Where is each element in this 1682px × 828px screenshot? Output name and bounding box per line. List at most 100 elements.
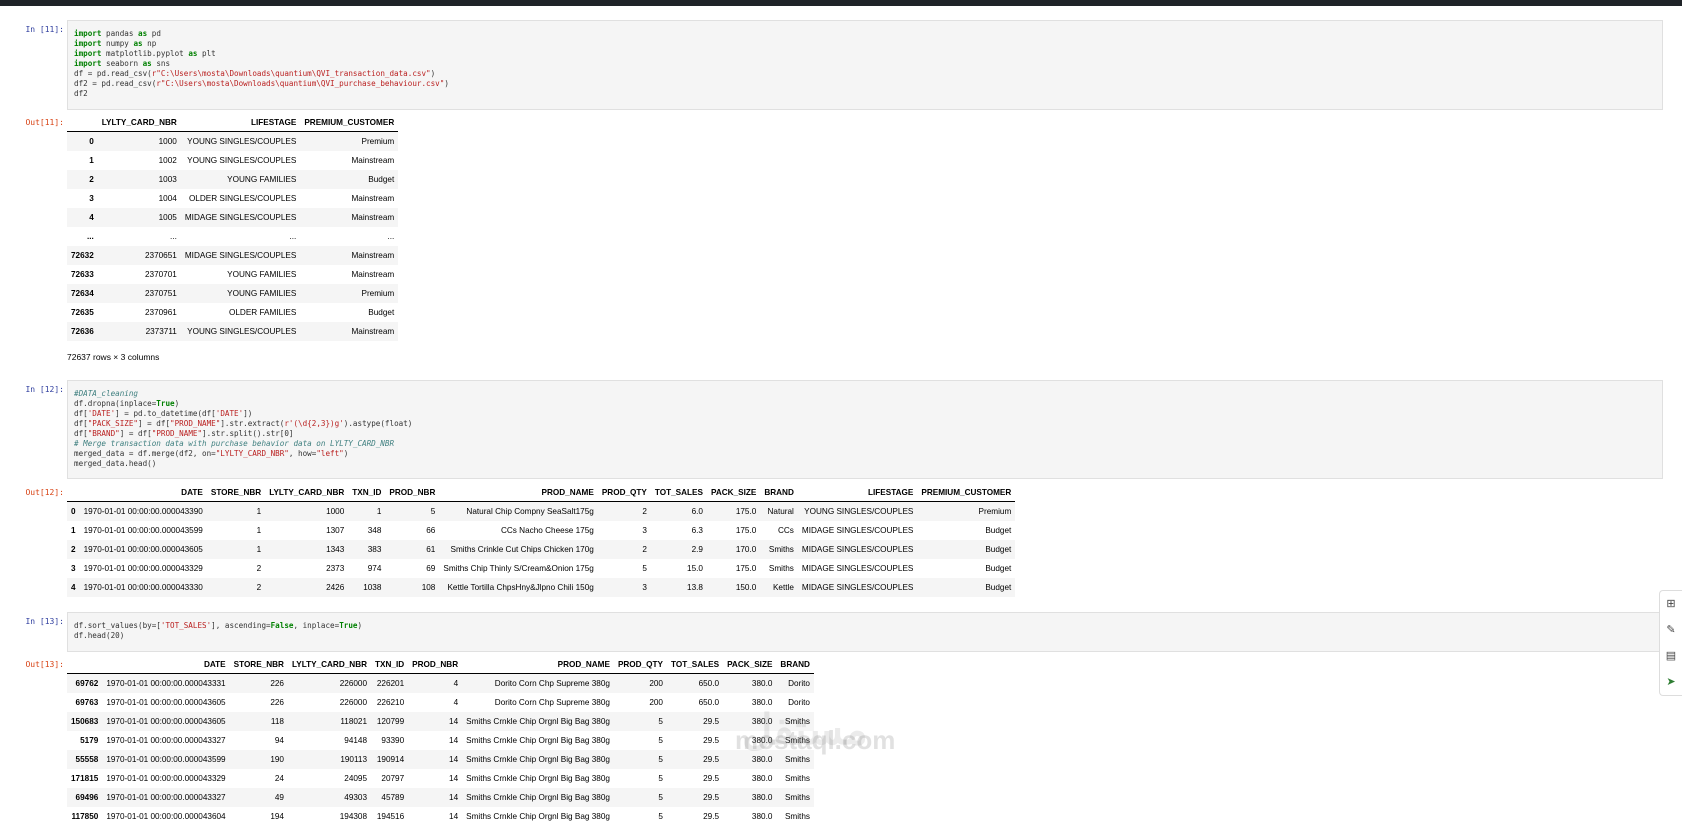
table-cell: OLDER FAMILIES	[228, 308, 297, 317]
edit-icon[interactable]: ✎	[1660, 617, 1682, 643]
table-row: 150683 1970-01-01 00:00:00.000043605 118 11…	[67, 712, 814, 731]
table-cell: 5	[658, 717, 663, 726]
table-cell: 190914	[376, 755, 405, 764]
table-cell: 6.3	[691, 526, 703, 535]
table-cell: 1970-01-01 00:00:00.000043327	[106, 736, 226, 745]
table-cell: 170.0	[735, 545, 757, 554]
table-row: 171815 1970-01-01 00:00:00.000043329 24 240…	[67, 769, 814, 788]
window-top-bar	[0, 0, 1682, 6]
run-icon[interactable]: ➤	[1660, 669, 1682, 695]
table-row: 55558 1970-01-01 00:00:00.000043599 190 190…	[67, 750, 814, 769]
column-header: PROD_NBR	[385, 484, 440, 502]
row-index: 72632	[71, 251, 94, 260]
table-cell: YOUNG FAMILIES	[227, 289, 297, 298]
table-cell: 348	[367, 526, 382, 535]
table-cell: 1970-01-01 00:00:00.000043604	[106, 812, 226, 821]
table-cell: Dorito Corn Chp Supreme 380g	[494, 698, 610, 707]
add-cell-icon[interactable]: ⊞	[1660, 591, 1682, 617]
table-cell: 2	[642, 545, 647, 554]
table-cell: 2	[642, 507, 647, 516]
table-cell: Budget	[985, 564, 1012, 573]
table-cell: 2370961	[144, 308, 177, 317]
in-prompt-12: In [12]:	[25, 385, 64, 394]
table-cell: 2	[256, 564, 262, 573]
dataframe-table-11: LYLTY_CARD_NBR LIFESTAGE PREMIUM_CUSTOMER 0…	[67, 114, 399, 341]
table-cell: Smiths Crnkle Chip Orgnl Big Bag 380g	[466, 774, 610, 783]
table-cell: 1005	[158, 213, 177, 222]
table-cell: 45789	[381, 793, 405, 802]
table-cell: 1970-01-01 00:00:00.000043605	[106, 698, 226, 707]
code-line: import numpy as np	[74, 39, 157, 48]
table-cell: Smiths Crnkle Chip Orgnl Big Bag 380g	[466, 812, 610, 821]
format-icon[interactable]: ▤	[1660, 643, 1682, 669]
dataframe-table-12: DATE STORE_NBR LYLTY_CARD_NBR TXN_ID PROD_NB…	[67, 484, 1016, 597]
table-row: 69496 1970-01-01 00:00:00.000043327 49 4930…	[67, 788, 814, 807]
table-cell: CCs	[777, 526, 794, 535]
table-row: 4 1970-01-01 00:00:00.000043330 2 2426 1038 1…	[67, 578, 1016, 597]
table-row: 0 1970-01-01 00:00:00.000043390 1 1000 1 5 Nat…	[67, 501, 1016, 521]
table-cell: 2.9	[691, 545, 703, 554]
row-index: ...	[86, 232, 94, 241]
table-cell: 194516	[376, 812, 405, 821]
column-header: PROD_NAME	[439, 484, 598, 502]
table-cell: 1307	[326, 526, 345, 535]
table-cell: Smiths Crnkle Chip Orgnl Big Bag 380g	[466, 793, 610, 802]
row-index: 4	[89, 213, 94, 222]
table-row: 2 1003 YOUNG FAMILIES Budget	[67, 170, 399, 189]
code-line: #DATA_cleaning	[74, 389, 139, 398]
column-header: STORE_NBR	[206, 484, 266, 502]
column-header: PROD_QTY	[613, 656, 667, 674]
code-cell-11[interactable]: import pandas as pd import numpy as np imp…	[67, 20, 1663, 110]
table-cell: Dorito Corn Chp Supreme 380g	[494, 679, 610, 688]
table-cell: Premium	[978, 507, 1012, 516]
table-row: 0 1000 YOUNG SINGLES/COUPLES Premium	[67, 131, 399, 151]
column-header: LYLTY_CARD_NBR	[265, 484, 349, 502]
table-cell: YOUNG FAMILIES	[227, 175, 297, 184]
table-row: 72633 2370701 YOUNG FAMILIES Mainstream	[67, 265, 398, 284]
table-cell: 1003	[158, 175, 177, 184]
table-cell: 175.0	[735, 507, 757, 516]
table-row: 72635 2370961 OLDER FAMILIES Budget	[67, 303, 398, 322]
code-line: df2 = pd.read_csv(r"C:\Users\mosta\Downl…	[74, 79, 449, 88]
table-cell: Smiths Crnkle Chip Orgnl Big Bag 380g	[466, 717, 610, 726]
table-cell: 5	[658, 736, 663, 745]
table-cell: 118021	[340, 717, 368, 726]
column-header: LIFESTAGE	[180, 114, 301, 132]
table-cell: Smiths Crnkle Chip Orgnl Big Bag 380g	[466, 755, 610, 764]
table-cell: Smiths	[768, 564, 794, 573]
table-cell: Smiths Chip Thinly S/Cream&Onion 175g	[443, 564, 594, 573]
row-index: 0	[89, 137, 94, 146]
table-row: 1 1002 YOUNG SINGLES/COUPLES Mainstream	[67, 151, 398, 170]
table-cell: Dorito	[788, 679, 810, 688]
table-cell: OLDER SINGLES/COUPLES	[188, 194, 297, 203]
table-cell: 108	[421, 583, 436, 592]
table-cell: 1970-01-01 00:00:00.000043599	[83, 526, 203, 535]
table-cell: 2370751	[144, 289, 177, 298]
table-cell: Kettle Tortilla ChpsHny&Jlpno Chili 150g	[447, 583, 594, 592]
table-cell: MIDAGE SINGLES/COUPLES	[801, 545, 914, 554]
table-cell: 5	[658, 774, 663, 783]
table-cell: 1002	[158, 156, 177, 165]
table-cell: 5	[658, 793, 663, 802]
table-cell: 380.0	[751, 793, 773, 802]
table-cell: 94148	[344, 736, 368, 745]
table-cell: 380.0	[751, 679, 773, 688]
code-cell-12[interactable]: #DATA_cleaning df.dropna(inplace=True) df[…	[67, 380, 1663, 479]
table-cell: 94	[274, 736, 284, 745]
row-index: 69763	[75, 698, 99, 707]
table-cell: 14	[449, 793, 459, 802]
code-cell-13[interactable]: df.sort_values(by=['TOT_SALES'], ascendi…	[67, 612, 1663, 652]
code-line: df.head(20)	[74, 631, 125, 640]
table-cell: 49	[274, 793, 284, 802]
table-cell: 5	[658, 755, 663, 764]
table-cell: 2373	[326, 564, 345, 573]
table-cell: 200	[649, 698, 663, 707]
table-cell: 1343	[326, 545, 345, 554]
table-cell: Mainstream	[351, 270, 395, 279]
row-index: 4	[71, 583, 76, 592]
table-cell: 61	[426, 545, 436, 554]
column-header: TOT_SALES	[666, 656, 724, 674]
table-cell: 29.5	[703, 774, 720, 783]
table-cell: 1000	[158, 137, 177, 146]
table-cell: 974	[367, 564, 382, 573]
